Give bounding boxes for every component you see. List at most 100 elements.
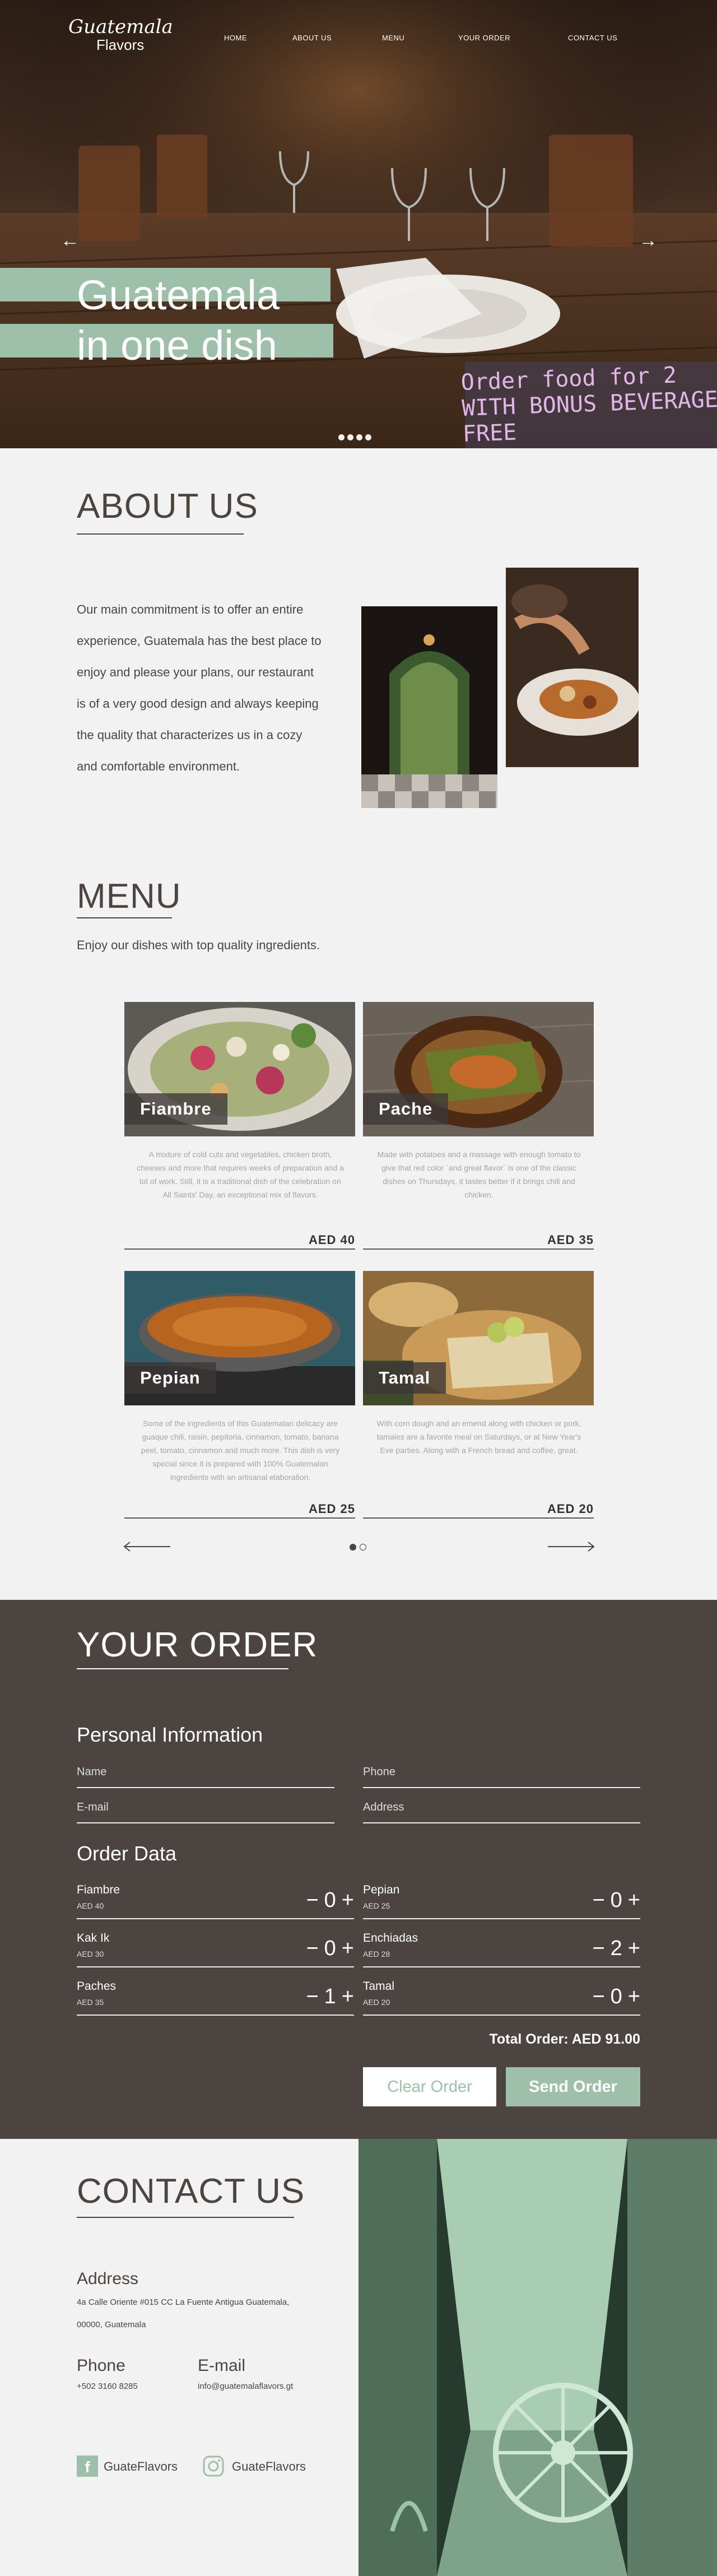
menu-card-pache[interactable]: Pache Made with potatoes and a massage w… (363, 1002, 594, 1251)
minus-icon[interactable]: − (306, 1985, 318, 2008)
send-order-button[interactable]: Send Order (506, 2067, 640, 2106)
promo-text: Order food for 2 WITH BONUS BEVERAGE FRE… (460, 361, 717, 447)
nav-about[interactable]: ABOUT US (292, 34, 332, 42)
dish-price: AED 40 (308, 1233, 355, 1247)
menu-next-arrow-icon[interactable] (547, 1541, 595, 1552)
item-name: Fiambre (77, 1883, 120, 1896)
order-title-underline (77, 1668, 288, 1669)
name-field[interactable]: Name (77, 1760, 334, 1788)
slider-dot[interactable] (356, 434, 362, 440)
promo-line2: WITH BONUS BEVERAGE FREE (461, 387, 717, 447)
quantity-value: 2 (610, 1937, 622, 1960)
plus-icon[interactable]: + (342, 1985, 354, 2008)
dish-price: AED 35 (547, 1233, 594, 1247)
logo-subtext: Flavors (96, 36, 145, 53)
slider-dots (338, 433, 374, 443)
order-total: Total Order: AED 91.00 (489, 2031, 640, 2047)
about-photo-courtyard (361, 606, 497, 808)
quantity-value: 0 (324, 1937, 336, 1960)
item-price: AED 25 (363, 1901, 390, 1910)
plus-icon[interactable]: + (628, 1888, 640, 1912)
minus-icon[interactable]: − (592, 1888, 604, 1912)
contact-title: CONTACT US (77, 2172, 305, 2211)
about-photo-dish (506, 568, 639, 767)
email-address[interactable]: info@guatemalaflavors.gt (198, 2382, 293, 2391)
instagram-handle[interactable]: GuateFlavors (232, 2459, 306, 2474)
logo[interactable]: Guatemala Flavors (68, 17, 173, 53)
address-line2: 00000, Guatemala (77, 2320, 146, 2329)
phone-label: Phone (77, 2356, 125, 2375)
about-title-underline (77, 533, 244, 535)
menu-prev-arrow-icon[interactable] (123, 1541, 171, 1552)
slider-next-arrow-icon[interactable]: → (639, 231, 658, 250)
order-section: YOUR ORDER Personal Information Name Pho… (0, 1600, 717, 2139)
menu-title: MENU (77, 877, 181, 916)
dish-price: AED 20 (547, 1502, 594, 1516)
dish-name: Pepian (124, 1362, 216, 1394)
slider-dot[interactable] (347, 434, 353, 440)
dish-description: A mixture of cold cuts and vegetables, c… (137, 1150, 344, 1199)
item-price: AED 40 (77, 1901, 104, 1910)
email-field[interactable]: E-mail (77, 1795, 334, 1823)
minus-icon[interactable]: − (592, 1985, 604, 2008)
instagram-icon[interactable] (203, 2456, 224, 2477)
plus-icon[interactable]: + (342, 1888, 354, 1912)
item-name: Tamal (363, 1980, 395, 1993)
slider-prev-arrow-icon[interactable]: ← (60, 231, 80, 250)
hero-title-line2: in one dish (77, 322, 277, 369)
price-divider (363, 1248, 594, 1250)
price-divider (124, 1517, 355, 1519)
dish-name: Pache (363, 1093, 449, 1125)
facebook-icon[interactable]: f (77, 2456, 98, 2477)
item-name: Enchiadas (363, 1932, 418, 1944)
order-item-pepian: Pepian AED 25 −0 + (363, 1880, 640, 1919)
nav-order[interactable]: YOUR ORDER (458, 34, 510, 42)
menu-page-dot-active[interactable] (350, 1544, 356, 1551)
minus-icon[interactable]: − (592, 1937, 604, 1960)
order-title: YOUR ORDER (77, 1626, 318, 1664)
personal-info-title: Personal Information (77, 1723, 263, 1746)
hero-slider: Guatemala Flavors HOME ABOUT US MENU YOU… (0, 0, 717, 448)
item-price: AED 35 (77, 1998, 104, 2007)
menu-card-tamal[interactable]: Tamal With corn dough and an emend along… (363, 1271, 594, 1520)
menu-title-underline (77, 917, 172, 918)
slider-dot[interactable] (365, 434, 371, 440)
menu-page-dot[interactable] (360, 1544, 366, 1551)
logo-script-text: Guatemala (68, 16, 173, 38)
contact-title-underline (77, 2217, 294, 2218)
minus-icon[interactable]: − (306, 1888, 318, 1912)
dish-description: With corn dough and an emend along with … (376, 1419, 581, 1455)
phone-field[interactable]: Phone (363, 1760, 640, 1788)
item-price: AED 30 (77, 1950, 104, 1958)
item-name: Paches (77, 1980, 117, 1993)
price-divider (363, 1517, 594, 1519)
menu-card-fiambre[interactable]: Fiambre A mixture of cold cuts and veget… (124, 1002, 355, 1251)
slider-dot[interactable] (338, 434, 344, 440)
nav-home[interactable]: HOME (224, 34, 247, 42)
order-item-enchiadas: Enchiadas AED 28 −2 + (363, 1928, 640, 1967)
order-item-paches: Paches AED 35 −1 + (77, 1976, 354, 2016)
nav-menu[interactable]: MENU (382, 34, 404, 42)
plus-icon[interactable]: + (628, 1937, 640, 1960)
clear-order-button[interactable]: Clear Order (363, 2067, 496, 2106)
nav-contact[interactable]: CONTACT US (568, 34, 617, 42)
quantity-value: 1 (324, 1985, 336, 2008)
minus-icon[interactable]: − (306, 1937, 318, 1960)
dish-name: Tamal (363, 1362, 446, 1394)
item-name: Pepian (363, 1883, 400, 1896)
address-field[interactable]: Address (363, 1795, 640, 1823)
contact-photo-alley (358, 2139, 717, 2576)
facebook-handle[interactable]: GuateFlavors (104, 2459, 178, 2474)
about-title: ABOUT US (77, 487, 258, 526)
order-data-title: Order Data (77, 1842, 177, 1865)
plus-icon[interactable]: + (342, 1937, 354, 1960)
order-item-fiambre: Fiambre AED 40 −0 + (77, 1880, 354, 1919)
phone-number[interactable]: +502 3160 8285 (77, 2382, 138, 2391)
order-item-tamal: Tamal AED 20 −0 + (363, 1976, 640, 2016)
dish-name: Fiambre (124, 1093, 227, 1125)
order-item-kak-ik: Kak Ik AED 30 −0 + (77, 1928, 354, 1967)
price-divider (124, 1248, 355, 1250)
menu-card-pepian[interactable]: Pepian Some of the ingredients of this G… (124, 1271, 355, 1520)
plus-icon[interactable]: + (628, 1985, 640, 2008)
dish-description: Some of the ingredients of this Guatemal… (141, 1419, 340, 1482)
